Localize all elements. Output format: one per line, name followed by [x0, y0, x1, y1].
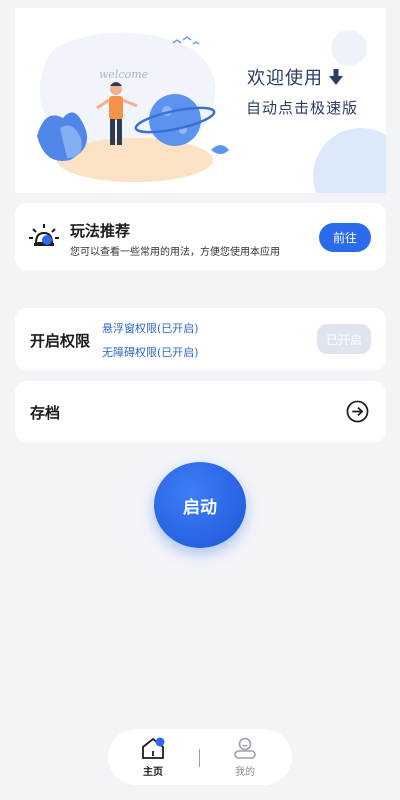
accessibility-permission-status[interactable]: 无障碍权限(已开启) — [102, 344, 199, 360]
permissions-enabled-button[interactable]: 已开启 — [317, 324, 371, 354]
permissions-card: 开启权限 悬浮窗权限(已开启) 无障碍权限(已开启) 已开启 — [15, 308, 386, 370]
tips-title: 玩法推荐 — [70, 222, 131, 240]
nav-item-home[interactable]: 主页 — [128, 737, 178, 779]
nav-label-home: 主页 — [143, 767, 163, 778]
tips-card: 玩法推荐 您可以查看一些常用的用法，方便您使用本应用 前往 — [15, 203, 386, 270]
profile-icon — [234, 737, 256, 759]
nav-item-mine[interactable]: 我的 — [220, 737, 270, 779]
decor-circle-large — [313, 128, 386, 193]
permissions-title: 开启权限 — [30, 332, 91, 350]
banner-title: 欢迎使用 — [247, 64, 343, 90]
bottom-navigation: 主页 我的 — [108, 729, 292, 785]
banner-subtitle: 自动点击极速版 — [246, 99, 359, 117]
go-button[interactable]: 前往 — [319, 223, 371, 252]
welcome-banner: welcome 欢迎使用 自动点击极速版 — [15, 8, 386, 193]
start-button[interactable]: 启动 — [154, 462, 246, 548]
arrow-right-circle-icon[interactable] — [346, 400, 369, 423]
archive-title: 存档 — [30, 404, 61, 422]
nav-label-mine: 我的 — [235, 767, 255, 778]
lightbulb-icon — [29, 224, 59, 246]
banner-title-text: 欢迎使用 — [247, 68, 323, 89]
home-icon — [142, 737, 165, 759]
archive-card[interactable]: 存档 — [15, 381, 386, 442]
arrow-down-icon — [329, 69, 343, 85]
decor-circle-small — [331, 30, 367, 66]
welcome-illustration — [37, 32, 229, 182]
welcome-script-text: welcome — [99, 68, 149, 81]
overlay-permission-status[interactable]: 悬浮窗权限(已开启) — [102, 320, 199, 336]
nav-divider — [199, 749, 200, 767]
tips-description: 您可以查看一些常用的用法，方便您使用本应用 — [70, 247, 280, 258]
